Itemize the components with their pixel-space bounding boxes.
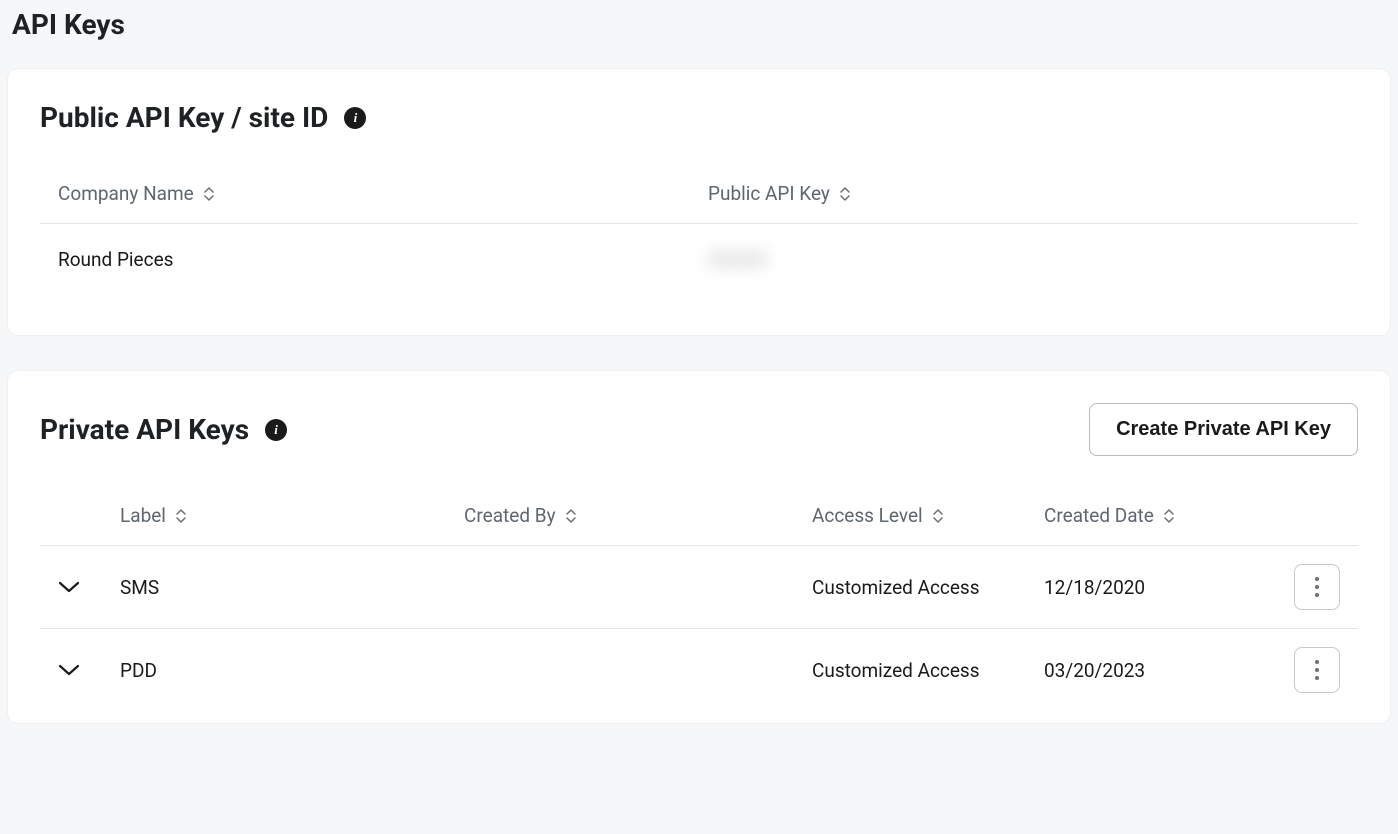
column-label-text: Access Level <box>812 504 923 527</box>
info-icon[interactable]: i <box>344 107 366 129</box>
sort-icon <box>176 509 186 523</box>
private-api-title: Private API Keys <box>40 413 249 446</box>
table-row: SMS Customized Access 12/18/2020 <box>40 546 1358 629</box>
sort-icon <box>933 509 943 523</box>
private-api-card: Private API Keys i Create Private API Ke… <box>8 371 1390 723</box>
create-private-api-key-button[interactable]: Create Private API Key <box>1089 403 1358 456</box>
cell-created-date: 03/20/2023 <box>1044 659 1280 682</box>
row-actions-button[interactable] <box>1294 564 1340 610</box>
kebab-icon <box>1315 577 1319 597</box>
column-label: Company Name <box>58 182 194 205</box>
chevron-down-icon[interactable] <box>58 580 80 594</box>
table-row: Round Pieces XXXXX <box>40 224 1358 295</box>
cell-created-date: 12/18/2020 <box>1044 576 1280 599</box>
column-actions <box>1280 504 1340 527</box>
chevron-down-icon[interactable] <box>58 663 80 677</box>
cell-company-name: Round Pieces <box>58 248 708 271</box>
cell-label: SMS <box>120 576 464 599</box>
cell-label: PDD <box>120 659 464 682</box>
column-public-api-key[interactable]: Public API Key <box>708 182 1340 205</box>
column-label-text: Created By <box>464 504 556 527</box>
kebab-icon <box>1315 660 1319 680</box>
page-title: API Keys <box>12 8 1390 41</box>
sort-icon <box>566 509 576 523</box>
column-expand <box>58 504 120 527</box>
redacted-key: XXXXX <box>708 248 768 271</box>
public-api-title: Public API Key / site ID <box>40 101 328 134</box>
column-label[interactable]: Label <box>120 504 464 527</box>
column-created-date[interactable]: Created Date <box>1044 504 1280 527</box>
public-api-card: Public API Key / site ID i Company Name … <box>8 69 1390 335</box>
column-access-level[interactable]: Access Level <box>812 504 1044 527</box>
info-icon[interactable]: i <box>265 419 287 441</box>
column-company-name[interactable]: Company Name <box>58 182 708 205</box>
private-api-table: Label Created By Access Level <box>40 504 1358 711</box>
row-actions-button[interactable] <box>1294 647 1340 693</box>
cell-access-level: Customized Access <box>812 659 1044 682</box>
table-row: PDD Customized Access 03/20/2023 <box>40 629 1358 711</box>
sort-icon <box>204 187 214 201</box>
cell-access-level: Customized Access <box>812 576 1044 599</box>
sort-icon <box>840 187 850 201</box>
sort-icon <box>1164 509 1174 523</box>
column-created-by[interactable]: Created By <box>464 504 812 527</box>
column-label: Public API Key <box>708 182 830 205</box>
column-label-text: Created Date <box>1044 504 1154 527</box>
public-api-table: Company Name Public API Key Round Pieces… <box>40 182 1358 295</box>
cell-public-api-key: XXXXX <box>708 248 1340 271</box>
column-label-text: Label <box>120 504 166 527</box>
